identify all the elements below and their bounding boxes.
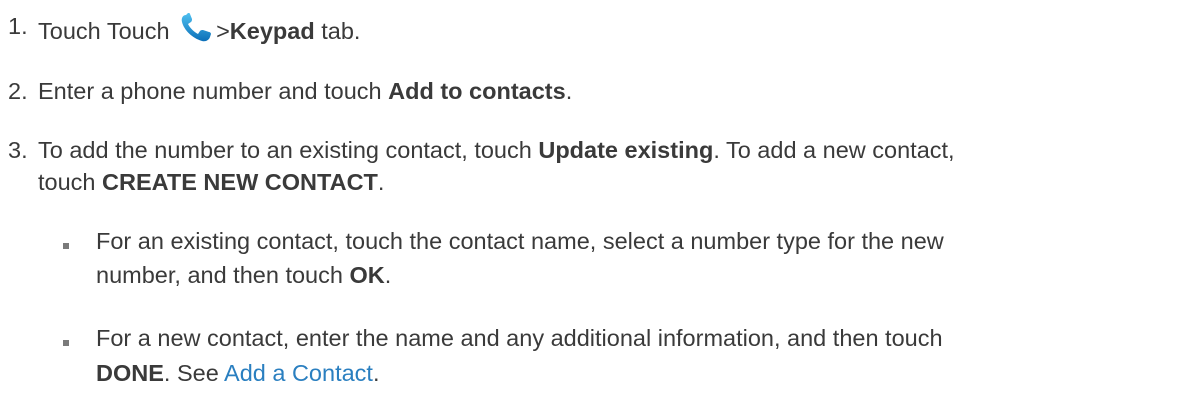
ok-label: OK — [349, 262, 385, 288]
bullet-text-part: . — [372, 360, 380, 386]
step-text: To add the number to an existing contact… — [38, 137, 955, 164]
step-text-part: Enter a phone number and touch — [38, 78, 389, 104]
add-a-contact-link[interactable]: Add a Contact — [224, 360, 373, 386]
done-label: DONE — [96, 360, 164, 386]
bullet-text: For an existing contact, touch the conta… — [96, 228, 944, 254]
step-text-part: . — [377, 169, 385, 195]
step-text: Touch Touch >Keypad tab. — [38, 13, 360, 45]
keypad-tab-label: Keypad — [229, 18, 315, 44]
add-to-contacts-label: Add to contacts — [388, 78, 566, 104]
step-text-part: . — [565, 78, 573, 104]
bullet-text-part: number, and then touch — [96, 262, 350, 288]
step-text: Enter a phone number and touch Add to co… — [38, 78, 572, 105]
step-text-part: . To add a new contact, — [713, 137, 955, 163]
step-text-line-2: touch CREATE NEW CONTACT. — [38, 169, 384, 196]
step-number: 2. — [8, 78, 28, 104]
bullet-text-part: . See — [163, 360, 225, 386]
bullet-text: For a new contact, enter the name and an… — [96, 325, 943, 351]
bullet-marker — [63, 243, 69, 249]
bullet-text-line-2: DONE. See Add a Contact. — [96, 360, 379, 387]
step-text-part: > — [216, 18, 230, 44]
create-new-contact-label: CREATE NEW CONTACT — [102, 169, 378, 195]
step-text-part: To add the number to an existing contact… — [38, 137, 539, 163]
update-existing-label: Update existing — [538, 137, 714, 163]
step-text-part: Touch Touch — [38, 18, 170, 44]
step-number: 3. — [8, 137, 28, 163]
step-text-part: tab. — [314, 18, 361, 44]
bullet-marker — [63, 340, 69, 346]
step-text-part: touch — [38, 169, 103, 195]
bullet-text-part: . — [384, 262, 392, 288]
bullet-text-line-2: number, and then touch OK. — [96, 262, 391, 289]
step-number: 1. — [8, 13, 28, 39]
phone-icon — [180, 13, 214, 43]
